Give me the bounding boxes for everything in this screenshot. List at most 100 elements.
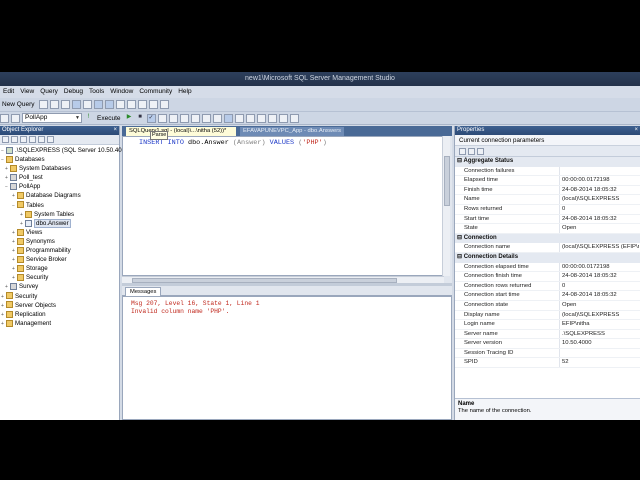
tree-node-programmability[interactable]: + Programmability bbox=[0, 246, 119, 255]
tree-node-management[interactable]: + Management bbox=[0, 319, 119, 328]
tree-node-service-broker[interactable]: + Service Broker bbox=[0, 255, 119, 264]
tree-node-databases[interactable]: − Databases bbox=[0, 155, 119, 164]
debug-icon[interactable]: ▶ bbox=[125, 114, 134, 123]
menu-edit[interactable]: Edit bbox=[0, 86, 17, 98]
disconnect-icon[interactable] bbox=[11, 113, 20, 123]
specify-template-values-icon[interactable] bbox=[289, 113, 299, 123]
tree-node-tables[interactable]: − Tables bbox=[0, 201, 119, 210]
property-row[interactable]: Start time 24-08-2014 18:05:32 bbox=[455, 214, 640, 225]
property-row[interactable]: Server name .\SQLEXPRESS bbox=[455, 329, 640, 340]
mdx-query-icon[interactable] bbox=[60, 100, 70, 109]
tree-node-database-diagrams[interactable]: + Database Diagrams bbox=[0, 191, 119, 200]
menu-window[interactable]: Window bbox=[107, 86, 136, 98]
object-explorer-icon[interactable] bbox=[126, 100, 136, 109]
property-pages-icon[interactable] bbox=[477, 147, 484, 155]
xmla-query-icon[interactable] bbox=[71, 100, 81, 109]
results-to-grid-icon[interactable] bbox=[223, 113, 233, 123]
tab-table-answers[interactable]: EFAVAPUNEVPC_App - dbo.Answers bbox=[240, 127, 344, 136]
save-icon[interactable] bbox=[93, 100, 103, 109]
tree-node-replication[interactable]: + Replication bbox=[0, 310, 119, 319]
execute-icon[interactable]: ! bbox=[84, 114, 93, 123]
tab-messages[interactable]: Messages bbox=[125, 287, 162, 296]
tree-node-pollapp[interactable]: − PollApp bbox=[0, 182, 119, 191]
save-all-icon[interactable] bbox=[104, 100, 114, 109]
open-file-icon[interactable] bbox=[82, 100, 92, 109]
property-row[interactable]: Name (local)\SQLEXPRESS bbox=[455, 195, 640, 205]
property-row[interactable]: Finish time 24-08-2014 18:05:32 bbox=[455, 185, 640, 196]
editor-horizontal-scrollbar[interactable] bbox=[122, 276, 444, 283]
close-icon[interactable]: × bbox=[113, 126, 117, 135]
tree-node-server[interactable]: − .\SQLEXPRESS (SQL Server 10.50.4000 - E… bbox=[0, 146, 165, 155]
available-databases-select[interactable]: PollApp ▼ bbox=[22, 113, 82, 123]
category-aggregate-status[interactable]: ⊟ Aggregate Status bbox=[455, 157, 640, 167]
refresh-icon[interactable] bbox=[47, 136, 54, 143]
filter-icon[interactable] bbox=[38, 136, 45, 143]
menu-view[interactable]: View bbox=[17, 86, 37, 98]
results-to-file-icon[interactable] bbox=[234, 113, 244, 123]
connect-icon[interactable] bbox=[2, 136, 9, 143]
comment-icon[interactable] bbox=[245, 113, 255, 123]
tree-node-dbo-answer[interactable]: + dbo.Answer bbox=[0, 218, 119, 228]
property-row[interactable]: Connection rows returned 0 bbox=[455, 281, 640, 292]
new-query-button[interactable]: New Query bbox=[0, 101, 37, 108]
tree-node-system-databases[interactable]: + System Databases bbox=[0, 164, 119, 173]
menu-tools[interactable]: Tools bbox=[86, 86, 107, 98]
results-to-text-icon[interactable] bbox=[212, 113, 222, 123]
property-row[interactable]: Connection start time 24-08-2014 18:05:32 bbox=[455, 291, 640, 301]
query-options-icon[interactable] bbox=[168, 113, 178, 123]
property-row[interactable]: Display name (local)\SQLEXPRESS bbox=[455, 310, 640, 321]
category-connection[interactable]: ⊟ Connection bbox=[455, 233, 640, 244]
properties-window-icon[interactable] bbox=[148, 100, 158, 109]
alphabetical-icon[interactable] bbox=[468, 147, 475, 155]
tab-sqlquery1[interactable]: SQLQuery1.sql - (local)\...\nitha (52))* bbox=[126, 127, 236, 136]
property-row[interactable]: Connection failures bbox=[455, 166, 640, 177]
property-row[interactable]: Elapsed time 00:00:00.0172198 bbox=[455, 176, 640, 186]
property-row[interactable]: Rows returned 0 bbox=[455, 204, 640, 215]
category-connection-details[interactable]: ⊟ Connection Details bbox=[455, 252, 640, 263]
stop-icon[interactable] bbox=[29, 136, 36, 143]
menu-help[interactable]: Help bbox=[175, 86, 194, 98]
query-editor[interactable]: INSERT INTO dbo.Answer (Answer) VALUES (… bbox=[122, 136, 444, 276]
connect-icon[interactable] bbox=[0, 113, 9, 123]
property-row[interactable]: SPID 52 bbox=[455, 358, 640, 369]
template-explorer-icon[interactable] bbox=[137, 100, 147, 109]
property-row[interactable]: Login name EFIP\nitha bbox=[455, 320, 640, 330]
tree-node-security[interactable]: + Security bbox=[0, 292, 119, 301]
tree-node-views[interactable]: + Views bbox=[0, 228, 119, 237]
tree-node-server-objects[interactable]: + Server Objects bbox=[0, 301, 119, 310]
property-row[interactable]: Connection elapsed time 00:00:00.0172198 bbox=[455, 262, 640, 273]
tree-node-synonyms[interactable]: + Synonyms bbox=[0, 237, 119, 246]
editor-vertical-scrollbar[interactable] bbox=[442, 136, 450, 276]
property-row[interactable]: Session Tracing ID bbox=[455, 348, 640, 359]
categorized-icon[interactable] bbox=[459, 147, 466, 155]
connect-dropdown-icon[interactable] bbox=[11, 136, 18, 143]
include-actual-plan-icon[interactable] bbox=[190, 113, 200, 123]
menu-community[interactable]: Community bbox=[136, 86, 175, 98]
decrease-indent-icon[interactable] bbox=[267, 113, 277, 123]
analysis-query-icon[interactable] bbox=[49, 100, 59, 109]
tree-node-storage[interactable]: + Storage bbox=[0, 264, 119, 273]
tree-node-pollapp-security[interactable]: + Security bbox=[0, 273, 119, 282]
display-estimated-plan-icon[interactable] bbox=[157, 113, 167, 123]
tree-node-system-tables[interactable]: + System Tables bbox=[0, 210, 119, 219]
scrollbar-thumb[interactable] bbox=[444, 156, 450, 206]
property-row[interactable]: Connection finish time 24-08-2014 18:05:3… bbox=[455, 272, 640, 282]
property-row[interactable]: Connection name (local)\SQLEXPRESS (EFIP\… bbox=[455, 243, 640, 253]
toolbox-icon[interactable] bbox=[159, 100, 169, 109]
property-row[interactable]: State Open bbox=[455, 224, 640, 234]
cancel-query-icon[interactable]: ■ bbox=[136, 114, 145, 123]
menu-query[interactable]: Query bbox=[37, 86, 61, 98]
database-engine-query-icon[interactable] bbox=[38, 100, 48, 109]
property-row[interactable]: Connection state Open bbox=[455, 300, 640, 311]
parse-icon[interactable]: ✓ bbox=[146, 113, 156, 123]
registered-servers-icon[interactable] bbox=[115, 100, 125, 109]
uncomment-icon[interactable] bbox=[256, 113, 266, 123]
increase-indent-icon[interactable] bbox=[278, 113, 288, 123]
tree-node-survey[interactable]: + Survey bbox=[0, 282, 119, 291]
client-statistics-icon[interactable] bbox=[201, 113, 211, 123]
execute-button[interactable]: Execute bbox=[95, 115, 123, 122]
close-icon[interactable]: × bbox=[634, 126, 638, 135]
intellisense-icon[interactable] bbox=[179, 113, 189, 123]
tree-node-poll-test[interactable]: + Poll_test bbox=[0, 173, 119, 182]
property-row[interactable]: Server version 10.50.4000 bbox=[455, 339, 640, 349]
